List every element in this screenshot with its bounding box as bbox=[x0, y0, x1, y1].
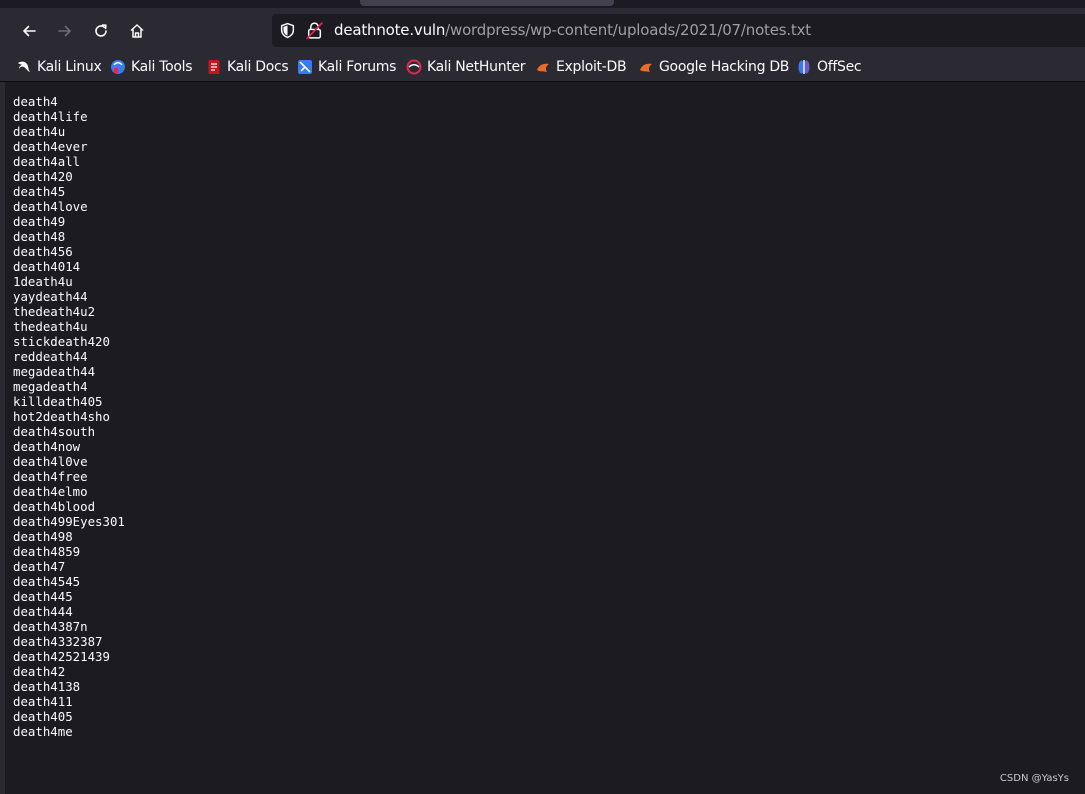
notes-line: death445 bbox=[13, 589, 73, 604]
bookmark-label: Google Hacking DB bbox=[659, 59, 790, 75]
notes-line: stickdeath420 bbox=[13, 334, 110, 349]
home-icon bbox=[130, 24, 144, 38]
notes-line: megadeath4 bbox=[13, 379, 88, 394]
notes-line: death4blood bbox=[13, 499, 96, 514]
notes-line: death42521439 bbox=[13, 649, 110, 664]
kali-dragon-icon bbox=[18, 61, 30, 72]
notes-line: death444 bbox=[13, 604, 73, 619]
tab-strip bbox=[0, 0, 1085, 8]
bookmark-kali-linux[interactable]: Kali Linux bbox=[16, 56, 102, 78]
notes-line: thedeath4u2 bbox=[13, 304, 96, 319]
notes-line: megadeath44 bbox=[13, 364, 96, 379]
notes-line: thedeath4u bbox=[13, 319, 88, 334]
notes-line: death4love bbox=[13, 199, 88, 214]
bookmark-kali-forums[interactable]: Kali Forums bbox=[297, 56, 396, 78]
forward-button[interactable] bbox=[52, 18, 78, 44]
home-button[interactable] bbox=[124, 18, 150, 44]
kali-forums-icon bbox=[298, 60, 312, 74]
bookmark-exploit-db[interactable]: Exploit-DB bbox=[535, 56, 627, 78]
bookmark-label: Exploit-DB bbox=[556, 59, 627, 75]
notes-line: death4332387 bbox=[13, 634, 103, 649]
notes-line: death4014 bbox=[13, 259, 81, 274]
notes-text: death4 death4life death4u death4ever death4a… bbox=[13, 94, 125, 739]
notes-line: death498 bbox=[13, 529, 73, 544]
notes-line: death4life bbox=[13, 109, 88, 124]
notes-line: death4ever bbox=[13, 139, 88, 154]
browser-window: deathnote.vuln/wordpress/wp-content/uplo… bbox=[0, 0, 1085, 794]
notes-line: death4free bbox=[13, 469, 88, 484]
notes-line: death4elmo bbox=[13, 484, 88, 499]
notes-line: death4 bbox=[13, 94, 58, 109]
navigation-toolbar: deathnote.vuln/wordpress/wp-content/uplo… bbox=[0, 8, 1085, 53]
reload-button[interactable] bbox=[88, 18, 114, 44]
bookmark-kali-nethunter[interactable]: Kali NetHunter bbox=[406, 56, 526, 78]
notes-line: death45 bbox=[13, 184, 66, 199]
offsec-icon bbox=[798, 60, 810, 74]
url-path: /wordpress/wp-content/uploads/2021/07/no… bbox=[445, 21, 811, 39]
notes-line: death4138 bbox=[13, 679, 81, 694]
notes-line: death48 bbox=[13, 229, 66, 244]
insecure-lock-icon[interactable] bbox=[306, 21, 323, 40]
url-host: deathnote.vuln bbox=[334, 21, 446, 39]
bookmark-label: Kali Docs bbox=[227, 59, 289, 75]
kali-docs-icon bbox=[208, 60, 220, 74]
address-bar[interactable]: deathnote.vuln/wordpress/wp-content/uplo… bbox=[272, 14, 1085, 47]
url-text[interactable]: deathnote.vuln/wordpress/wp-content/uplo… bbox=[334, 21, 811, 39]
notes-line: death4now bbox=[13, 439, 81, 454]
notes-line: death49 bbox=[13, 214, 66, 229]
active-tab[interactable] bbox=[360, 0, 614, 6]
bookmark-google-hacking-db[interactable]: Google Hacking DB bbox=[638, 56, 789, 78]
notes-line: 1death4u bbox=[13, 274, 73, 289]
bookmark-label: OffSec bbox=[817, 59, 862, 75]
notes-line: death456 bbox=[13, 244, 73, 259]
notes-line: death499Eyes301 bbox=[13, 514, 125, 529]
bookmark-label: Kali Tools bbox=[131, 59, 193, 75]
notes-line: death47 bbox=[13, 559, 66, 574]
kali-tools-icon bbox=[111, 60, 125, 74]
bookmark-kali-docs[interactable]: Kali Docs bbox=[206, 56, 289, 78]
notes-line: death405 bbox=[13, 709, 73, 724]
reload-icon bbox=[95, 24, 107, 37]
bookmark-offsec[interactable]: OffSec bbox=[796, 56, 862, 78]
notes-line: death4387n bbox=[13, 619, 88, 634]
bookmark-kali-tools[interactable]: Kali Tools bbox=[110, 56, 193, 78]
notes-line: death4545 bbox=[13, 574, 81, 589]
arrow-left-icon bbox=[23, 25, 36, 37]
notes-line: reddeath44 bbox=[13, 349, 88, 364]
notes-line: death4all bbox=[13, 154, 81, 169]
notes-line: death4me bbox=[13, 724, 73, 739]
notes-line: death411 bbox=[13, 694, 73, 709]
notes-line: hot2death4sho bbox=[13, 409, 110, 424]
notes-line: death4u bbox=[13, 124, 66, 139]
arrow-right-icon bbox=[58, 25, 71, 37]
page-content: death4 death4life death4u death4ever death4a… bbox=[0, 82, 1085, 794]
back-button[interactable] bbox=[16, 18, 42, 44]
bookmark-label: Kali Linux bbox=[37, 59, 102, 75]
bookmarks-toolbar: Kali Linux Kali Tools Kali Docs Kali For… bbox=[0, 53, 1085, 82]
notes-line: death420 bbox=[13, 169, 73, 184]
exploit-db-icon bbox=[537, 63, 549, 72]
bookmark-label: Kali NetHunter bbox=[427, 59, 526, 75]
notes-line: killdeath405 bbox=[13, 394, 103, 409]
nethunter-icon bbox=[406, 59, 422, 75]
notes-line: death42 bbox=[13, 664, 66, 679]
shield-icon[interactable] bbox=[279, 22, 296, 39]
notes-line: yaydeath44 bbox=[13, 289, 88, 304]
notes-line: death4l0ve bbox=[13, 454, 88, 469]
watermark: CSDN @YasYs bbox=[999, 773, 1069, 784]
ghdb-icon bbox=[640, 63, 652, 72]
notes-line: death4south bbox=[13, 424, 96, 439]
bookmark-label: Kali Forums bbox=[318, 59, 397, 75]
notes-line: death4859 bbox=[13, 544, 81, 559]
